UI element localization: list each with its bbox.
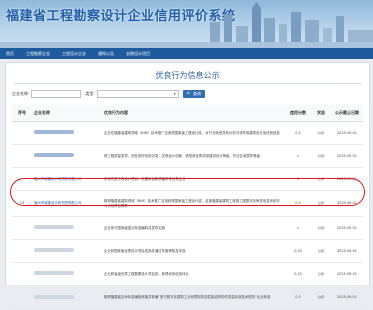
row-company-name[interactable]: 福州市城建设计研究院有限公司 [32,167,102,191]
row-no [12,285,32,310]
row-date: 2025-09-01 [331,190,363,217]
row-content: 取得福建省建筑领域（BIM）技术推广应用获得国家级工程设计奖，且被福建省建筑工程… [102,190,285,217]
row-no [12,216,32,240]
row-content: 获工程质量奖项，但在良好信用记录，实现设计创新，转型获优秀成绩建设设计等级，作业… [102,144,285,168]
row-no [12,121,32,145]
row-company-name[interactable] [32,216,102,240]
redacted-company-name [34,225,74,229]
row-company-name[interactable] [32,239,102,263]
header-banner: 福建省工程勘察设计企业信用评价系统 [0,0,373,48]
row-company-name[interactable] [32,262,102,286]
title-divider [14,83,361,84]
redacted-company-name [34,294,74,299]
chevron-down-icon: ▾ [173,91,176,96]
row-company-name[interactable] [32,121,102,145]
row-date: 2025-09-01 [331,285,363,310]
search-button[interactable]: 🔍 查询 [182,90,205,98]
table-row: 企业参与国家级重点标准编制并发布实施 1 公示 2025-09-01 [12,216,363,240]
row-score: 0.5 [285,285,311,310]
row-status: 公示 [311,121,331,145]
filter-bar: 企业名称: 类型: ▾ 🔍 查询 [12,89,205,99]
row-date: 2025-09-01 [331,144,363,168]
nav-item-survey-companies[interactable]: 工程勘察企业 [20,51,56,57]
col-header-score: 信用分数 [285,105,311,122]
company-search-input[interactable] [31,90,82,98]
row-no [12,262,32,286]
row-status: 公示 [311,144,331,168]
row-content: 获评先进工程设计项目，在建设创新质量获评优秀企业 [102,167,285,191]
nav-item-home[interactable]: 首页 [0,51,20,57]
main-content: 优良行为信息公示 企业名称: 类型: ▾ 🔍 查询 序号 企业名称 优良行为内容… [5,62,370,310]
row-company-name[interactable]: 福州市城建设计研究院有限公司 [32,190,102,217]
row-score: 0.25 [285,239,311,263]
row-content: 企业参与国家级重点标准编制并发布实施 [102,216,285,240]
page-title: 优良行为信息公示 [155,71,220,80]
col-header-date: 公示截止日期 [331,105,363,122]
city-skyline-image [0,2,373,48]
row-score: 1 [285,216,311,240]
row-content: 企业获省级优秀工程勘察设计项目奖，获得优良信用评价 [102,262,285,286]
nav-item-projects[interactable]: 长期设计项目 [120,51,156,57]
row-no [12,239,32,263]
table-row: 取得福建省技术标准编制资格并参编“基于数字化建筑工业化预制的高性能结构构件质量检… [12,285,363,310]
main-nav: 首页 工程勘察企业 工程设计企业 通知公告 长期设计项目 [0,48,373,59]
table-row: 福州市城建设计研究院有限公司 获评先进工程设计项目，在建设创新质量获评优秀企业 … [12,167,363,191]
row-date: 2025-09-01 [331,167,363,191]
table-row: 企业获省级优秀工程勘察设计项目奖，获得优良信用评价 0.25 公示 2025-0… [12,262,363,286]
row-no: 13 [12,190,32,217]
row-status: 公示 [311,262,331,286]
row-company-name[interactable] [32,144,102,168]
row-status: 公示 [311,239,331,263]
search-button-label: 查询 [192,91,201,96]
row-score: 0.5 [285,121,311,145]
table-row-highlighted: 13 福州市城建设计研究院有限公司 取得福建省建筑领域（BIM）技术推广应用获得… [12,190,363,217]
row-status: 公示 [311,216,331,240]
table-row: 企业获国家级优秀设计项目奖励并通过年度审核及评选 0.25 公示 2025-09… [12,239,363,263]
row-content: 企业获国家级优秀设计项目奖励并通过年度审核及评选 [102,239,285,263]
redacted-company-name [34,271,74,275]
table-row: 获工程质量奖项，但在良好信用记录，实现设计创新，转型获优秀成绩建设设计等级，作业… [12,144,363,168]
col-header-company: 企业名称 [32,105,102,122]
redacted-company-name [34,153,74,157]
row-no [12,144,32,168]
table-header-row: 序号 企业名称 优良行为内容 信用分数 状态 公示截止日期 [12,105,363,122]
col-header-content: 优良行为内容 [102,105,285,122]
company-filter-label: 企业名称: [12,91,30,96]
search-icon: 🔍 [186,91,192,96]
nav-item-design-companies[interactable]: 工程设计企业 [56,51,92,57]
row-no [12,167,32,191]
row-status: 公示 [311,190,331,217]
row-date: 2025-09-01 [331,121,363,145]
row-score: 1 [285,167,311,191]
company-link[interactable]: 福州市城建设计研究院有限公司 [34,177,81,181]
row-company-name[interactable] [32,285,102,310]
row-score: 0.5 [285,190,311,217]
redacted-company-name [34,248,74,252]
row-score: 1 [285,144,311,168]
type-select[interactable]: ▾ [96,90,179,98]
nav-item-notices[interactable]: 通知公告 [92,51,120,57]
col-header-no: 序号 [12,105,32,122]
type-filter-label: 类型: [85,91,95,96]
redacted-company-name [34,130,74,134]
row-date: 2025-09-01 [331,262,363,286]
row-content: 取得福建省技术标准编制资格并参编“基于数字化建筑工业化预制的高性能结构构件质量检… [102,285,285,310]
col-header-status: 状态 [311,105,331,122]
row-date: 2025-09-01 [331,216,363,240]
good-behavior-table: 序号 企业名称 优良行为内容 信用分数 状态 公示截止日期 企业在福建省建筑领域… [12,105,363,310]
row-status: 公示 [311,167,331,191]
row-date: 2025-09-01 [331,239,363,263]
table-row: 企业在福建省建筑领域（BIM）技术推广应用获国家级工程设计奖，对行业转型具有示范… [12,121,363,145]
row-score: 0.25 [285,262,311,286]
row-content: 企业在福建省建筑领域（BIM）技术推广应用获国家级工程设计奖，对行业转型具有示范… [102,121,285,145]
row-status: 公示 [311,285,331,310]
company-link[interactable]: 福州市城建设计研究院有限公司 [34,201,81,205]
